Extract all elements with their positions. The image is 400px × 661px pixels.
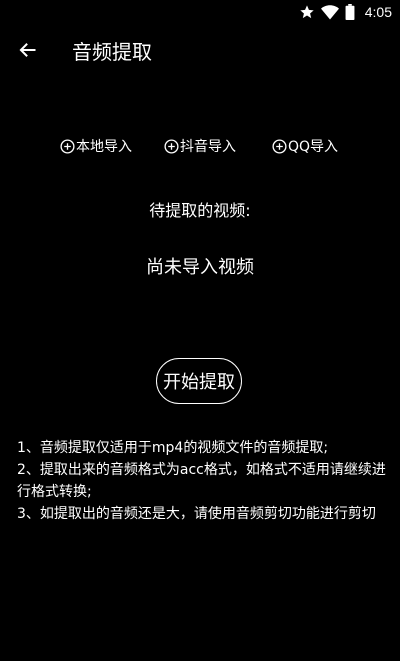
douyin-import-button[interactable]: 抖音导入 [164, 134, 236, 158]
import-buttons-row: 本地导入 抖音导入 QQ导入 [0, 134, 400, 158]
qq-import-button[interactable]: QQ导入 [272, 134, 338, 158]
no-video-text: 尚未导入视频 [146, 257, 254, 278]
local-import-button[interactable]: 本地导入 [60, 134, 132, 158]
status-icons: 4:05 [299, 0, 392, 24]
local-import-label: 本地导入 [76, 139, 132, 155]
status-time: 4:05 [364, 4, 392, 20]
instruction-line: 2、提取出来的音频格式为acc格式，如格式不适用请继续进行格式转换; [17, 462, 386, 500]
status-bar: 4:05 [0, 0, 400, 24]
plus-circle-icon [164, 138, 180, 154]
back-button[interactable] [12, 36, 44, 68]
instruction-line: 1、音频提取仅适用于mp4的视频文件的音频提取; [17, 440, 329, 456]
arrow-back-icon [18, 40, 38, 64]
app-bar: 音频提取 [0, 24, 400, 80]
instruction-line: 3、如提取出的音频还是大，请使用音频剪切功能进行剪切 [17, 506, 376, 522]
plus-circle-icon [272, 138, 288, 154]
douyin-import-label: 抖音导入 [180, 139, 236, 155]
qq-import-label: QQ导入 [288, 139, 339, 155]
wifi-icon [320, 4, 339, 20]
star-icon [299, 4, 315, 20]
page-title: 音频提取 [72, 40, 152, 64]
plus-circle-icon [60, 138, 76, 154]
start-extract-button[interactable]: 开始提取 [156, 358, 242, 404]
battery-icon [345, 4, 355, 20]
pending-video-label: 待提取的视频: [149, 201, 251, 220]
instructions: 1、音频提取仅适用于mp4的视频文件的音频提取; 2、提取出来的音频格式为acc… [17, 437, 387, 525]
